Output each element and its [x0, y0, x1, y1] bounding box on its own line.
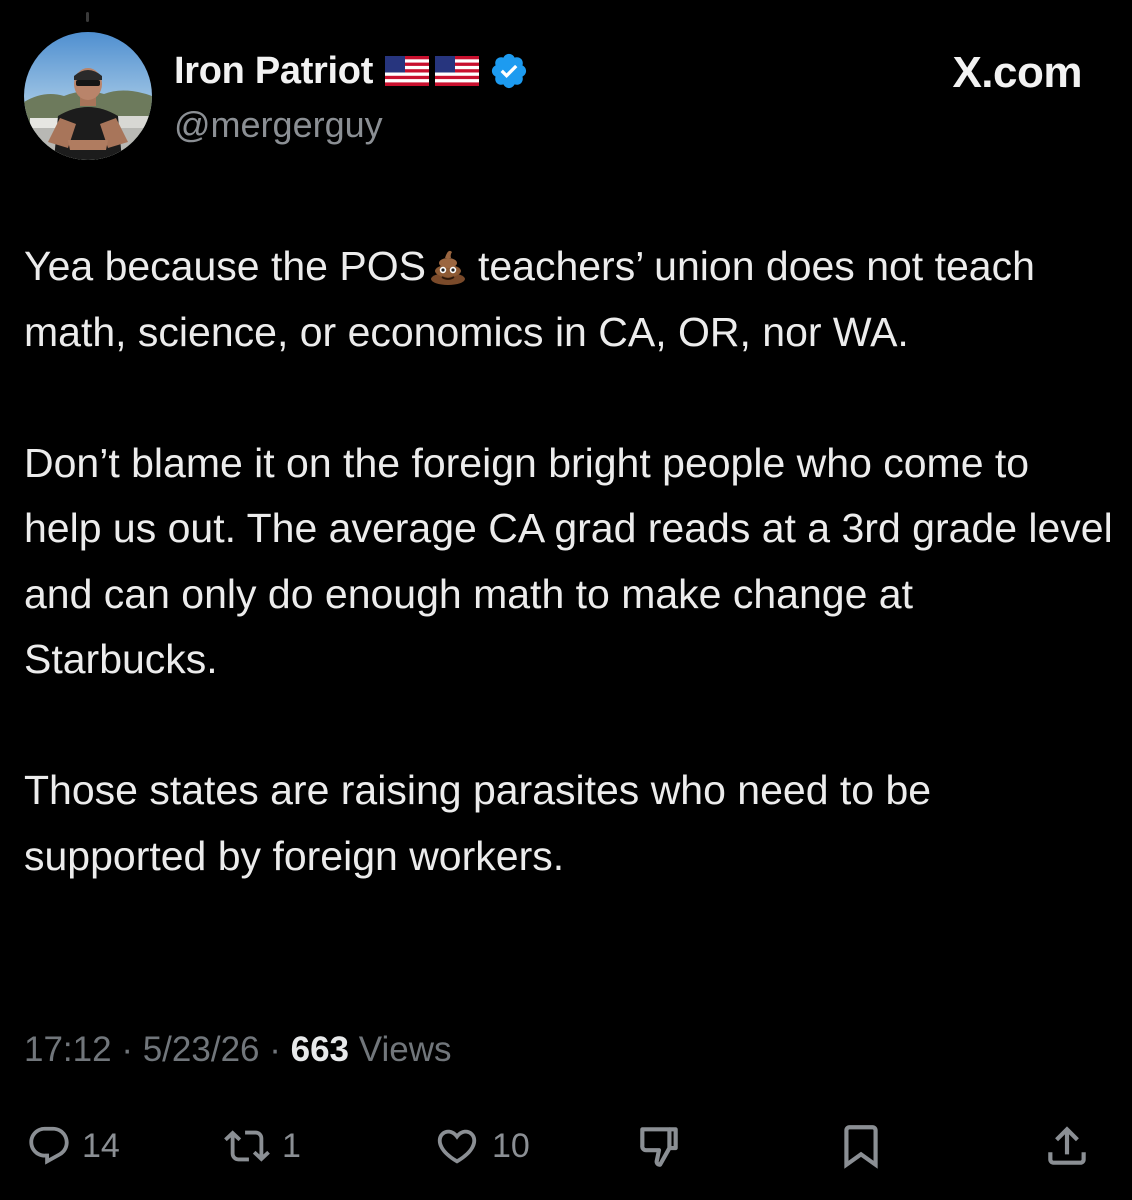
- repost-count: 1: [282, 1126, 301, 1165]
- dislike-button[interactable]: [634, 1118, 684, 1174]
- share-icon: [1048, 1126, 1086, 1165]
- post-paragraph-1: Yea because the POS teachers’ union does…: [24, 234, 1114, 365]
- reply-icon: [29, 1126, 69, 1165]
- user-handle[interactable]: @mergerguy: [174, 104, 383, 146]
- like-button[interactable]: 10: [432, 1118, 530, 1174]
- meta-separator: ·: [121, 1030, 133, 1069]
- post-text: Yea because the POS teachers’ union does…: [24, 234, 1114, 889]
- meta-separator: ·: [269, 1030, 281, 1069]
- bookmark-button[interactable]: [836, 1118, 886, 1174]
- us-flag-icon: [435, 56, 480, 86]
- user-name[interactable]: Iron Patriot: [174, 50, 373, 93]
- post-date[interactable]: 5/23/26: [143, 1030, 260, 1069]
- name-line: Iron Patriot: [174, 48, 529, 94]
- repost-button[interactable]: 1: [222, 1118, 301, 1174]
- post-header: Iron Patriot @mergerguy X.com: [24, 30, 1108, 162]
- share-button[interactable]: [1042, 1118, 1092, 1174]
- post-paragraph-3: Those states are raising parasites who n…: [24, 767, 932, 879]
- post-time[interactable]: 17:12: [24, 1030, 112, 1069]
- post-meta: 17:12 · 5/23/26 · 663 Views: [24, 1030, 452, 1070]
- avatar-photo: [24, 32, 152, 160]
- poo-emoji-icon: [428, 246, 468, 286]
- thumbs-down-icon: [640, 1127, 678, 1167]
- us-flag-icon: [385, 56, 430, 86]
- repost-icon: [224, 1130, 270, 1162]
- like-count: 10: [492, 1126, 530, 1165]
- views-count: 663: [290, 1030, 350, 1069]
- site-label: X.com: [952, 48, 1082, 97]
- post-paragraph-2: Don’t blame it on the foreign bright peo…: [24, 439, 1113, 683]
- avatar[interactable]: [24, 32, 152, 160]
- bookmark-icon: [844, 1125, 878, 1169]
- heart-icon: [437, 1129, 477, 1164]
- action-bar: 14 1 10: [24, 1118, 1108, 1174]
- reply-button[interactable]: 14: [26, 1118, 120, 1174]
- top-edge-mark: [86, 12, 89, 22]
- paragraph-1-start: Yea because the POS: [24, 243, 426, 289]
- verified-badge-icon: [489, 51, 529, 91]
- reply-count: 14: [82, 1126, 120, 1165]
- views-label: Views: [358, 1030, 452, 1069]
